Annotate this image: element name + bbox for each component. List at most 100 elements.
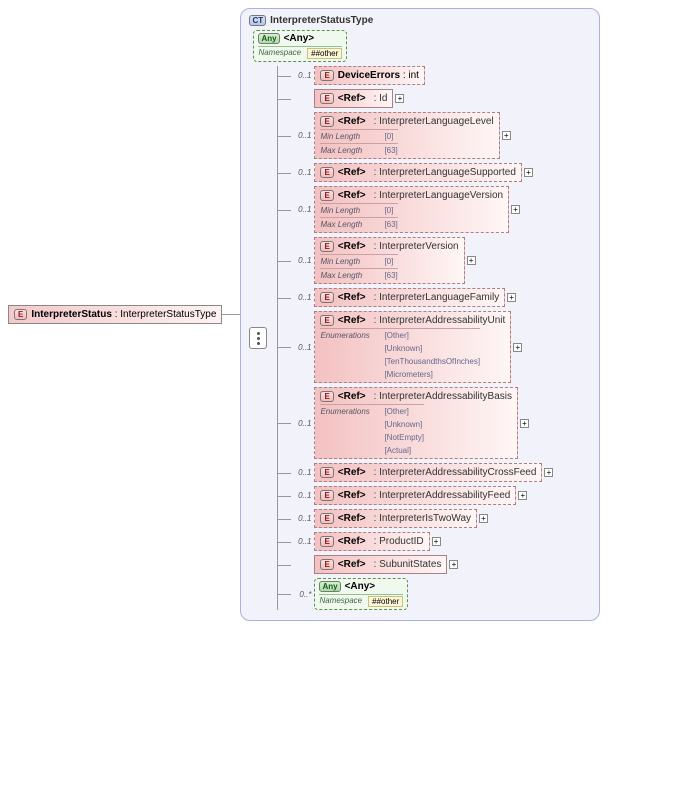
expand-toggle[interactable]: + [432, 537, 441, 546]
constraint-row: Max Length[63] [320, 143, 397, 155]
ref-label: <Ref> [338, 190, 366, 201]
namespace-value: ##other [307, 48, 342, 59]
type-name: : Id [374, 93, 388, 104]
schema-child: 0..1E<Ref> : InterpreterVersionMin Lengt… [291, 237, 553, 284]
tree-line [277, 66, 278, 610]
expand-toggle[interactable]: + [513, 343, 522, 352]
root-element: E InterpreterStatus : InterpreterStatusT… [8, 305, 222, 324]
type-name: : InterpreterAddressabilityBasis [374, 391, 512, 402]
ct-badge: CT [249, 15, 266, 26]
occurrence: 0..1 [291, 71, 311, 80]
any-block-bottom: Any <Any> Namespace ##other [314, 578, 408, 610]
schema-child: 0..1 E <Ref> : InterpreterAddressabilityUn… [291, 311, 553, 383]
occurrence: 0..1 [291, 514, 311, 523]
enum-row: [NotEmpty] [320, 431, 424, 442]
element-badge: E [14, 309, 27, 320]
ref-element[interactable]: E<Ref> : InterpreterIsTwoWay [314, 509, 477, 528]
ref-label: <Ref> [338, 292, 366, 303]
type-name: : InterpreterIsTwoWay [374, 513, 471, 524]
ct-title: InterpreterStatusType [270, 15, 373, 26]
ref-element[interactable]: E<Ref> : InterpreterLanguageFamily [314, 288, 505, 307]
type-name: : InterpreterLanguageSupported [374, 167, 516, 178]
namespace-label: Namespace [258, 48, 301, 59]
ref-label: <Ref> [338, 391, 366, 402]
ref-element[interactable]: E<Ref> : InterpreterLanguageSupported [314, 163, 521, 182]
ref-label: <Ref> [338, 467, 366, 478]
root-name: InterpreterStatus : InterpreterStatusTyp… [31, 309, 216, 320]
type-name: : InterpreterAddressabilityCrossFeed [374, 467, 537, 478]
ref-element[interactable]: E<Ref> : SubunitStates [314, 555, 447, 574]
schema-child: 0..1E<Ref> : InterpreterAddressabilityBa… [291, 387, 553, 459]
ref-label: <Ref> [338, 536, 366, 547]
ref-element[interactable]: E<Ref> : InterpreterAddressabilityBasisE… [314, 387, 518, 459]
ref-element[interactable]: E <Ref> : InterpreterAddressabilityCrossF… [314, 463, 542, 482]
expand-toggle[interactable]: + [520, 419, 529, 428]
element-badge: E [320, 190, 333, 201]
ref-element[interactable]: E<Ref> : InterpreterLanguageVersionMin L… [314, 186, 509, 233]
ct-header: CT InterpreterStatusType [249, 15, 591, 26]
type-name: : InterpreterVersion [374, 241, 459, 252]
schema-child: 0..1E<Ref> : InterpreterLanguageLevelMin… [291, 112, 553, 159]
occurrence: 0..1 [291, 205, 311, 214]
occurrence: 0..1 [291, 131, 311, 140]
ref-element[interactable]: E<Ref> : InterpreterVersionMin Length[0]… [314, 237, 464, 284]
ref-label: <Ref> [338, 315, 366, 326]
ref-element[interactable]: E<Ref> : InterpreterAddressabilityUnitEn… [314, 311, 511, 383]
type-name: : InterpreterAddressabilityUnit [374, 315, 506, 326]
element-badge: E [320, 315, 333, 326]
expand-toggle[interactable]: + [502, 131, 511, 140]
expand-toggle[interactable]: + [511, 205, 520, 214]
occurrence: 0..* [291, 590, 311, 599]
ref-element[interactable]: E <Ref> : ProductID [314, 532, 429, 551]
sequence-indicator [249, 327, 267, 349]
type-name: : ProductID [374, 536, 424, 547]
element-badge: E [320, 70, 333, 81]
element-badge: E [320, 467, 333, 478]
occurrence: 0..1 [291, 343, 311, 352]
schema-child: 0..1E<Ref> : InterpreterLanguageVersionM… [291, 186, 553, 233]
element-badge: E [320, 536, 333, 547]
constraint-row: Min Length[0] [320, 129, 397, 141]
schema-child: E <Ref> : Id + [291, 89, 553, 108]
schema-child: 0..1E<Ref> : InterpreterLanguageFamily+ [291, 288, 553, 307]
schema-child: 0..1E<Ref> : InterpreterAddressabilityFe… [291, 486, 553, 505]
element-badge: E [320, 93, 333, 104]
enum-row: [Unknown] [320, 342, 480, 353]
enum-row: Enumerations[Other] [320, 404, 424, 416]
expand-toggle[interactable]: + [479, 514, 488, 523]
occurrence: 0..1 [291, 468, 311, 477]
any-label: <Any> [284, 33, 315, 44]
type-name: : InterpreterLanguageLevel [374, 116, 494, 127]
any-badge: Any [258, 33, 279, 44]
connector [222, 314, 240, 315]
ref-label: <Ref> [338, 513, 366, 524]
element-badge: E [320, 490, 333, 501]
enum-row: [Micrometers] [320, 368, 480, 379]
expand-toggle[interactable]: + [544, 468, 553, 477]
expand-toggle[interactable]: + [518, 491, 527, 500]
ref-element[interactable]: E<Ref> : InterpreterLanguageLevelMin Len… [314, 112, 499, 159]
type-name: : InterpreterLanguageVersion [374, 190, 504, 201]
expand-toggle[interactable]: + [449, 560, 458, 569]
element-badge: E [320, 167, 333, 178]
ref-label: <Ref> [338, 241, 366, 252]
occurrence: 0..1 [291, 419, 311, 428]
ref-element[interactable]: E <Ref> : Id [314, 89, 393, 108]
constraint-row: Max Length[63] [320, 268, 397, 280]
enum-row: [Unknown] [320, 418, 424, 429]
element[interactable]: EDeviceErrors : int [314, 66, 425, 85]
any-badge: Any [319, 581, 340, 592]
schema-child: 0..1E<Ref> : InterpreterLanguageSupporte… [291, 163, 553, 182]
expand-toggle[interactable]: + [507, 293, 516, 302]
any-label: <Any> [345, 581, 376, 592]
occurrence: 0..1 [291, 168, 311, 177]
expand-toggle[interactable]: + [524, 168, 533, 177]
children-list: 0..1EDeviceErrors : intE<Ref> : Id+0..1E… [291, 66, 553, 610]
ref-element[interactable]: E<Ref> : InterpreterAddressabilityFeed [314, 486, 516, 505]
expand-toggle[interactable]: + [395, 94, 404, 103]
ref-label: <Ref> [338, 93, 366, 104]
element-badge: E [320, 559, 333, 570]
schema-child: E<Ref> : SubunitStates+ [291, 555, 553, 574]
expand-toggle[interactable]: + [467, 256, 476, 265]
complex-type-container: CT InterpreterStatusType Any <Any> Names… [240, 8, 600, 621]
